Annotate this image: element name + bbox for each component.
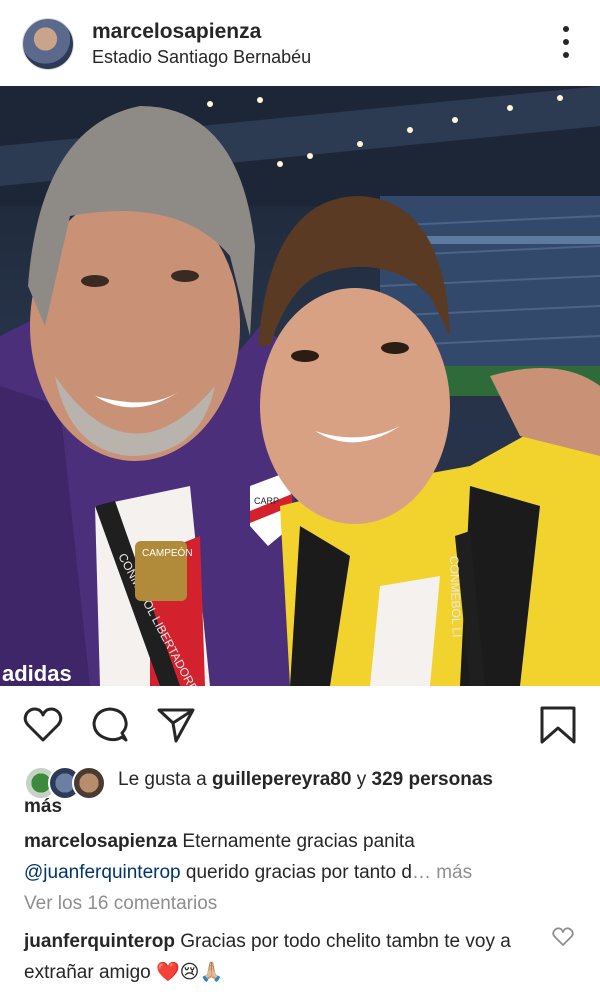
caption-author[interactable]: marcelosapienza: [24, 831, 177, 852]
brand-text: adidas: [2, 661, 72, 686]
likes-connector: y: [351, 769, 372, 790]
likes-count[interactable]: 329 personas: [372, 769, 493, 790]
comment-like-icon[interactable]: [552, 926, 574, 948]
send-icon[interactable]: [155, 704, 197, 746]
more-options-icon[interactable]: [562, 26, 570, 58]
bookmark-icon[interactable]: [538, 704, 580, 746]
photo-illustration: CONMEBOL LIBERTADORES CAMPEÓN adidas CAR…: [0, 86, 600, 686]
likes-text: Le gusta a guillepereyra80 y 329 persona…: [24, 766, 584, 817]
post-location[interactable]: Estadio Santiago Bernabéu: [92, 47, 311, 68]
caption-ellipsis: …: [411, 862, 431, 883]
heart-icon[interactable]: [22, 704, 64, 746]
action-bar: [0, 686, 600, 762]
likes-prefix: Le gusta a: [118, 769, 213, 790]
likes-summary[interactable]: Le gusta a guillepereyra80 y 329 persona…: [24, 762, 584, 822]
crest-text: CARP: [254, 496, 279, 506]
caption-text-1: Eternamente gracias panita: [177, 831, 415, 852]
liker-avatar: [72, 766, 106, 800]
caption-mention[interactable]: @juanferquinterop: [24, 862, 181, 883]
view-comments-link[interactable]: Ver los 16 comentarios: [24, 893, 217, 915]
lanyard-text-right: CONMEBOL LI: [447, 556, 464, 638]
caption: marcelosapienza Eternamente gracias pani…: [24, 826, 584, 888]
comment-author[interactable]: juanferquinterop: [24, 931, 175, 952]
caption-text-2: querido gracias por tanto d: [180, 862, 412, 883]
likes-more[interactable]: más: [24, 793, 62, 820]
post-photo[interactable]: CONMEBOL LIBERTADORES CAMPEÓN adidas CAR…: [0, 86, 600, 686]
medal-text: CAMPEÓN: [142, 546, 193, 559]
avatar[interactable]: [22, 18, 74, 70]
caption-more-link[interactable]: más: [431, 862, 472, 883]
comment-icon[interactable]: [89, 704, 131, 746]
comment: juanferquinterop Gracias por todo chelit…: [24, 926, 544, 988]
liker-username[interactable]: guillepereyra80: [212, 769, 351, 790]
post-header: marcelosapienza Estadio Santiago Bernabé…: [0, 0, 600, 86]
post-username[interactable]: marcelosapienza: [92, 20, 261, 44]
